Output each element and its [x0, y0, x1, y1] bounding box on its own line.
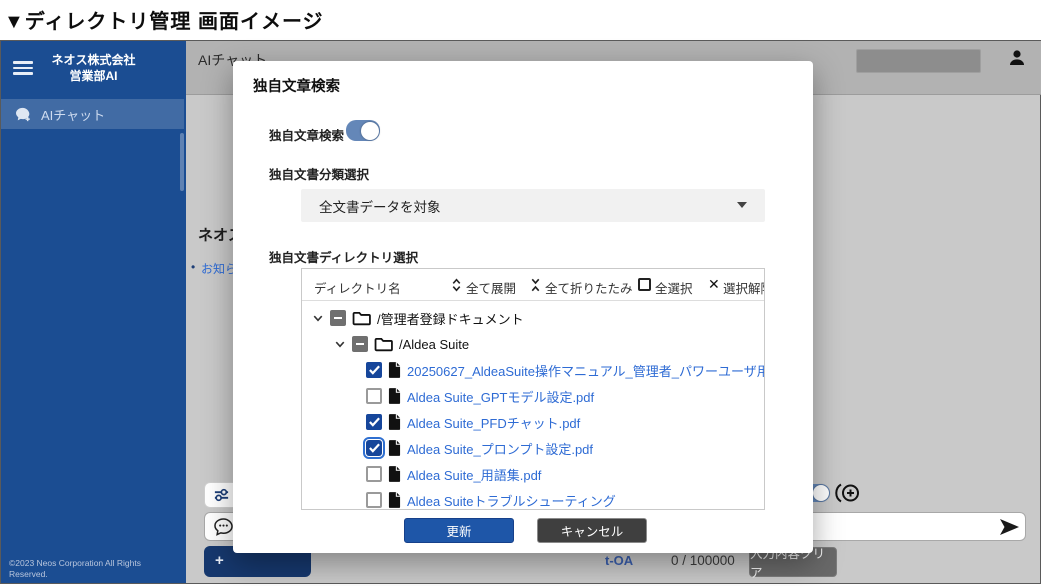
collapse-all-icon[interactable]: [529, 278, 542, 297]
file-link[interactable]: Aldea Suite_GPTモデル設定.pdf: [407, 387, 594, 406]
file-link[interactable]: Aldea Suite_用語集.pdf: [407, 465, 541, 484]
tree-row: Aldea Suite_GPTモデル設定.pdf: [302, 383, 764, 409]
collapse-all-label[interactable]: 全て折りたたみ: [545, 278, 633, 297]
deselect-x-icon[interactable]: ✕: [708, 276, 720, 293]
org-title: ネオス株式会社 営業部AI: [1, 52, 186, 84]
greeting-text: ネオス: [198, 224, 236, 242]
select-all-label[interactable]: 全選択: [655, 278, 693, 297]
update-button[interactable]: 更新: [404, 518, 514, 543]
search-toggle[interactable]: [346, 120, 380, 141]
checkbox-checked[interactable]: [366, 440, 382, 456]
tree-row: /管理者登録ドキュメント: [302, 305, 764, 331]
directory-panel-header: ディレクトリ名 全て展開 全て折りたたみ 全選択 ✕ 選択解除: [302, 269, 764, 301]
directory-name-column: ディレクトリ名: [314, 278, 401, 297]
page-title: ▼ディレクトリ管理 画面イメージ: [4, 5, 324, 34]
circle-plus-icon[interactable]: [835, 482, 861, 504]
select-all-checkbox-icon[interactable]: [638, 278, 651, 291]
file-icon: [388, 414, 401, 430]
sidebar-item-ai-chat[interactable]: AIチャット: [1, 99, 184, 129]
expand-all-icon[interactable]: [450, 278, 463, 297]
model-name: t-OA: [605, 553, 633, 568]
directory-tree: /管理者登録ドキュメント/Aldea Suite 20250627_AldeaSu…: [302, 305, 764, 510]
chat-bubble-icon: [214, 518, 233, 541]
file-icon: [388, 388, 401, 404]
custom-doc-search-modal: 独自文章検索 独自文章検索 独自文書分類選択 全文書データを対象 独自文書ディレ…: [233, 61, 813, 553]
file-icon: [388, 440, 401, 456]
modal-title: 独自文章検索: [253, 75, 340, 96]
chevron-down-icon: [737, 202, 747, 208]
search-input[interactable]: [856, 49, 981, 73]
checkbox-indeterminate[interactable]: [330, 310, 346, 326]
directory-panel: ディレクトリ名 全て展開 全て折りたたみ 全選択 ✕ 選択解除 /管理者登録ドキ…: [301, 268, 765, 510]
file-link[interactable]: Aldea Suite_PFDチャット.pdf: [407, 413, 580, 432]
checkbox-unchecked[interactable]: [366, 388, 382, 404]
deselect-all-label[interactable]: 選択解除: [723, 278, 765, 297]
checkbox-checked[interactable]: [366, 362, 382, 378]
tree-row: 20250627_AldeaSuite操作マニュアル_管理者_パワーユーザ用: [302, 357, 764, 383]
org-dept: 営業部AI: [1, 68, 186, 84]
category-label: 独自文書分類選択: [269, 164, 369, 183]
checkbox-unchecked[interactable]: [366, 466, 382, 482]
file-icon: [388, 492, 401, 508]
chevron-down-icon[interactable]: [334, 338, 346, 350]
sidebar: ネオス株式会社 営業部AI AIチャット ©2023 Neos Corporat…: [1, 41, 186, 583]
user-icon[interactable]: [1008, 49, 1026, 67]
folder-label[interactable]: /Aldea Suite: [399, 337, 469, 352]
copyright-text: ©2023 Neos Corporation All Rights Reserv…: [9, 558, 159, 580]
directory-label: 独自文書ディレクトリ選択: [269, 247, 418, 266]
tree-row: Aldea Suite_プロンプト設定.pdf: [302, 435, 764, 461]
screen: ▼ディレクトリ管理 画面イメージ ネオス株式会社 営業部AI AIチャット: [0, 0, 1041, 586]
tree-row: Aldea Suiteトラブルシューティング: [302, 487, 764, 510]
notice-bullet: •: [191, 260, 195, 274]
file-link[interactable]: Aldea Suite_プロンプト設定.pdf: [407, 439, 593, 458]
chevron-down-icon[interactable]: [312, 312, 324, 324]
sidebar-item-label: AIチャット: [41, 105, 105, 124]
category-select[interactable]: 全文書データを対象: [301, 189, 765, 222]
file-icon: [388, 466, 401, 482]
folder-label[interactable]: /管理者登録ドキュメント: [377, 309, 524, 328]
folder-icon: [374, 337, 393, 352]
cancel-button[interactable]: キャンセル: [537, 518, 647, 543]
tune-icon: [213, 488, 230, 502]
expand-all-label[interactable]: 全て展開: [466, 278, 516, 297]
category-select-value: 全文書データを対象: [319, 196, 441, 216]
file-link[interactable]: Aldea Suiteトラブルシューティング: [407, 491, 616, 510]
send-icon[interactable]: [999, 518, 1020, 541]
checkbox-unchecked[interactable]: [366, 492, 382, 508]
chat-plus-icon: [15, 107, 32, 122]
sidebar-scrollbar[interactable]: [180, 133, 184, 191]
tree-row: Aldea Suite_用語集.pdf: [302, 461, 764, 487]
app-window: ネオス株式会社 営業部AI AIチャット ©2023 Neos Corporat…: [0, 40, 1041, 584]
search-toggle-label: 独自文章検索: [269, 125, 344, 144]
tree-row: Aldea Suite_PFDチャット.pdf: [302, 409, 764, 435]
file-link[interactable]: 20250627_AldeaSuite操作マニュアル_管理者_パワーユーザ用: [407, 361, 765, 380]
folder-icon: [352, 311, 371, 326]
tune-button[interactable]: [204, 482, 236, 508]
checkbox-checked[interactable]: [366, 414, 382, 430]
checkbox-indeterminate[interactable]: [352, 336, 368, 352]
notice-link[interactable]: お知らせ: [201, 260, 233, 275]
char-counter: 0 / 100000: [671, 553, 735, 568]
org-name: ネオス株式会社: [1, 52, 186, 68]
plus-icon: +: [215, 552, 224, 569]
file-icon: [388, 362, 401, 378]
tree-row: /Aldea Suite: [302, 331, 764, 357]
sidebar-header: ネオス株式会社 営業部AI: [1, 41, 186, 97]
